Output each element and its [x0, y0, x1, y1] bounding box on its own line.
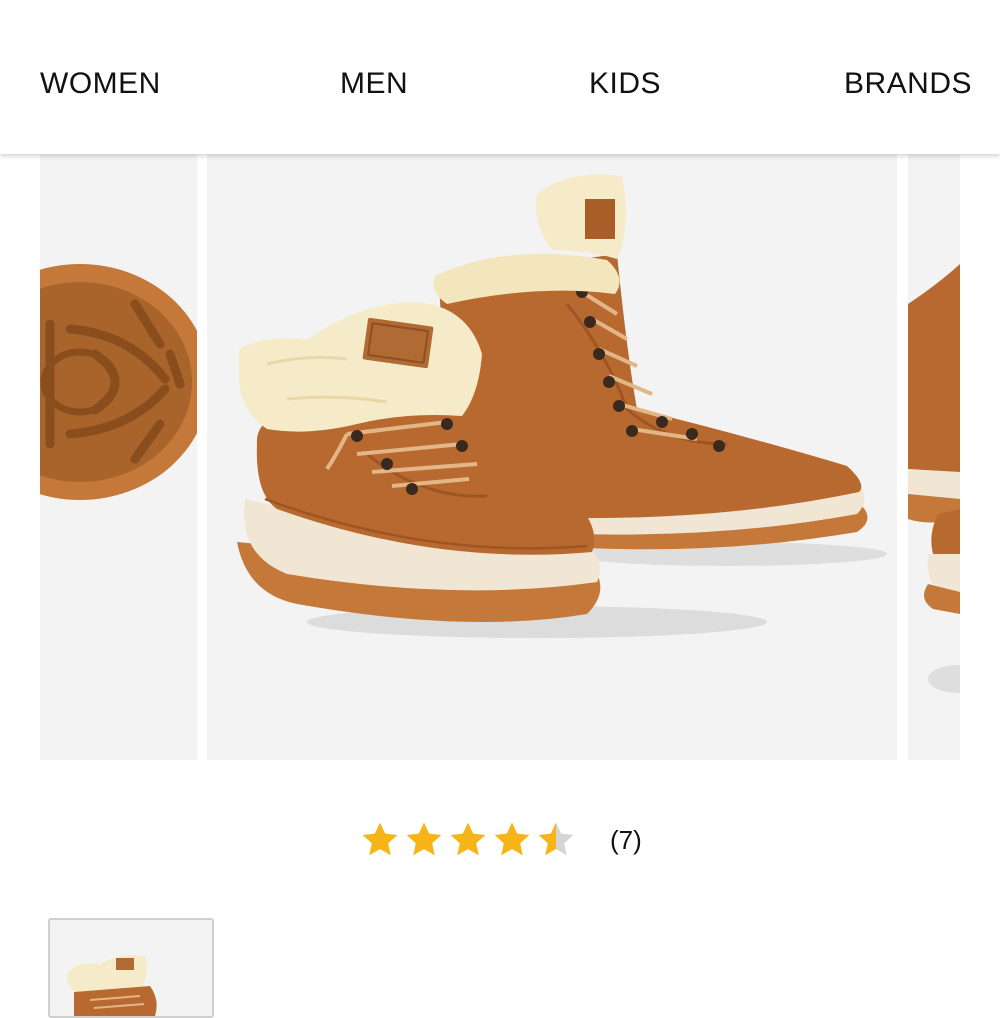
- boot-side-image: [908, 264, 960, 693]
- carousel-slide-next[interactable]: [908, 154, 960, 760]
- star-full-icon: [406, 822, 442, 856]
- boots-product-image: [237, 174, 887, 638]
- nav-item-women[interactable]: WOMEN: [40, 62, 161, 106]
- carousel-slide-previous[interactable]: [40, 154, 197, 760]
- nav-item-brands[interactable]: BRANDS: [844, 62, 972, 106]
- product-rating[interactable]: (7): [360, 818, 642, 862]
- nav-item-kids[interactable]: KIDS: [589, 62, 661, 106]
- product-image-carousel[interactable]: [0, 154, 1000, 760]
- star-full-icon: [494, 822, 530, 856]
- star-full-icon: [362, 822, 398, 856]
- top-navigation: WOMEN MEN KIDS BRANDS: [0, 0, 1000, 154]
- boots-thumbnail-image: [66, 955, 157, 1016]
- carousel-slide-active[interactable]: [207, 154, 897, 760]
- star-full-icon: [450, 822, 486, 856]
- product-thumbnail[interactable]: [48, 918, 214, 1018]
- boot-outsole-image: [40, 264, 197, 500]
- review-count[interactable]: (7): [610, 825, 642, 856]
- nav-item-men[interactable]: MEN: [340, 62, 408, 106]
- star-half-icon: [538, 822, 574, 856]
